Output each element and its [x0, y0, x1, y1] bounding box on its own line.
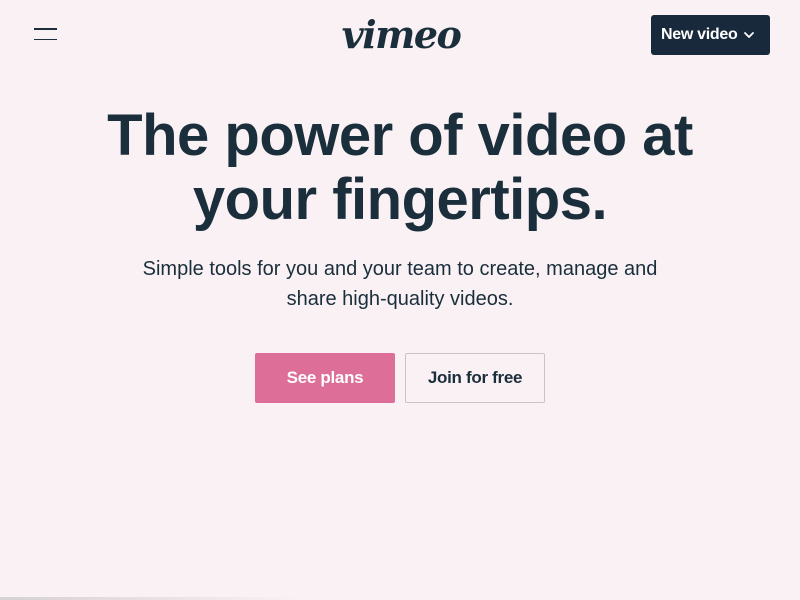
hero-subtitle-line-2: share high-quality videos.	[286, 288, 514, 310]
new-video-button[interactable]: New video	[651, 15, 770, 55]
hero-title-line-2: your fingertips.	[192, 167, 608, 232]
see-plans-button[interactable]: See plans	[255, 353, 395, 403]
hero-subtitle: Simple tools for you and your team to cr…	[130, 254, 670, 314]
vimeo-logo[interactable]: vimeo	[342, 15, 462, 55]
hero-subtitle-line-1: Simple tools for you and your team to cr…	[142, 258, 658, 280]
menu-bar-bottom	[33, 38, 57, 40]
menu-bar-top	[33, 28, 57, 30]
hero-title-line-1: The power of video at	[107, 103, 693, 168]
cta-row: See plans Join for free	[255, 353, 545, 403]
join-for-free-button[interactable]: Join for free	[405, 353, 545, 403]
hamburger-menu-icon[interactable]	[26, 18, 64, 50]
hero-title: The power of video at your fingertips.	[0, 104, 800, 232]
page: vimeo New video The power of video at yo…	[0, 0, 800, 600]
top-nav: vimeo New video	[0, 0, 800, 70]
new-video-label: New video	[661, 26, 738, 43]
chevron-down-icon	[743, 29, 755, 41]
